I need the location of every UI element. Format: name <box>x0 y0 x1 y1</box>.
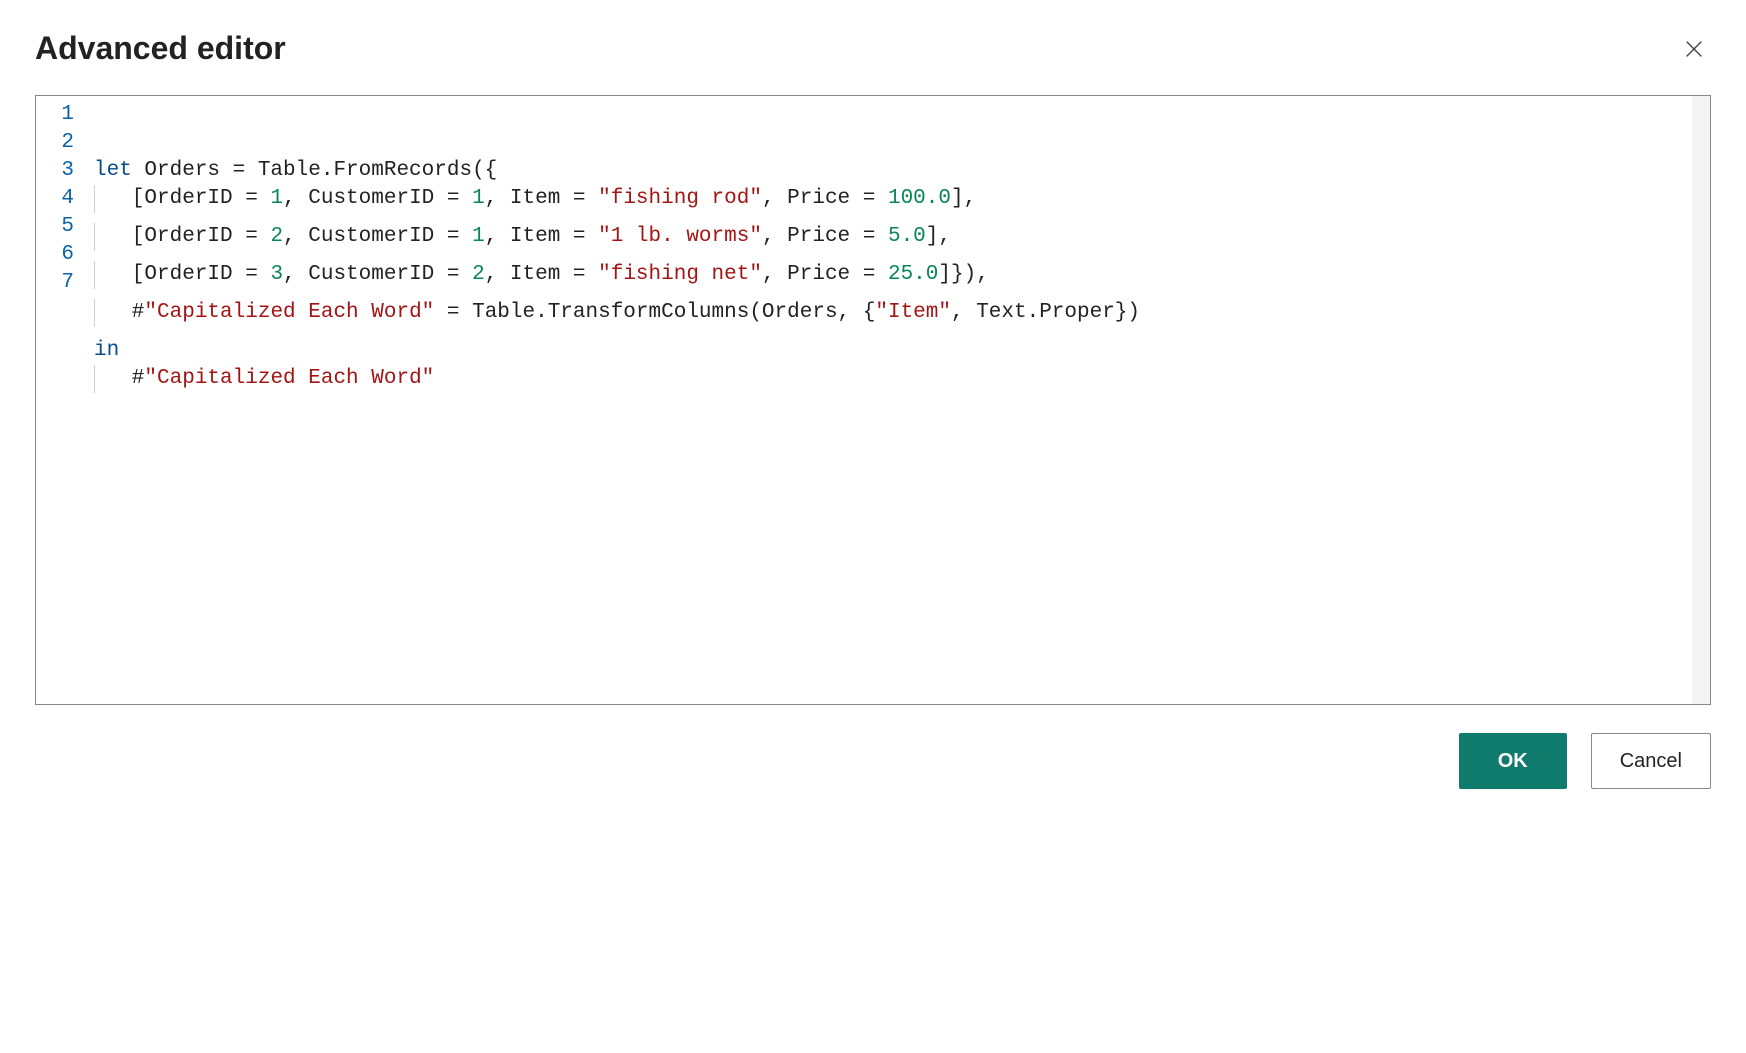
code-token: , Price = <box>762 225 888 248</box>
code-token: # <box>94 367 144 390</box>
code-token: in <box>94 339 119 362</box>
line-number: 6 <box>36 241 88 269</box>
code-token: 1 <box>270 187 283 210</box>
code-token: = Table.TransformColumns(Orders, { <box>434 301 875 324</box>
code-token: , CustomerID = <box>283 263 472 286</box>
code-token: "Capitalized Each Word" <box>144 367 434 390</box>
cancel-button[interactable]: Cancel <box>1591 733 1711 789</box>
line-number: 5 <box>36 213 88 241</box>
code-line[interactable]: [OrderID = 3, CustomerID = 2, Item = "fi… <box>94 261 1710 299</box>
code-token: 1 <box>472 225 485 248</box>
ok-button[interactable]: OK <box>1459 733 1567 789</box>
code-token: ], <box>951 187 976 210</box>
code-token: [OrderID = <box>94 187 270 210</box>
code-area[interactable]: let Orders = Table.FromRecords({ [OrderI… <box>88 96 1710 704</box>
code-token: "Capitalized Each Word" <box>144 301 434 324</box>
code-token: 25.0 <box>888 263 938 286</box>
scrollbar[interactable] <box>1692 96 1710 704</box>
code-token: # <box>94 301 144 324</box>
code-token: let <box>94 159 132 182</box>
code-token: Orders = Table.FromRecords({ <box>132 159 497 182</box>
code-token: "fishing net" <box>598 263 762 286</box>
line-number: 1 <box>36 101 88 129</box>
code-token: [OrderID = <box>94 225 270 248</box>
code-token: "fishing rod" <box>598 187 762 210</box>
code-line[interactable]: #"Capitalized Each Word" = Table.Transfo… <box>94 299 1710 337</box>
code-line[interactable]: in <box>94 337 1710 365</box>
code-token: 100.0 <box>888 187 951 210</box>
code-token: , Price = <box>762 263 888 286</box>
code-line[interactable]: let Orders = Table.FromRecords({ <box>94 157 1710 185</box>
close-icon <box>1683 38 1705 60</box>
code-token: , CustomerID = <box>283 187 472 210</box>
code-line[interactable]: [OrderID = 2, CustomerID = 1, Item = "1 … <box>94 223 1710 261</box>
dialog-header: Advanced editor <box>35 30 1711 67</box>
code-token: ]}), <box>938 263 988 286</box>
code-token: 2 <box>472 263 485 286</box>
code-editor[interactable]: 1234567 let Orders = Table.FromRecords({… <box>35 95 1711 705</box>
line-number: 7 <box>36 269 88 297</box>
code-line[interactable]: #"Capitalized Each Word" <box>94 365 1710 403</box>
code-token: [OrderID = <box>94 263 270 286</box>
code-token: , Text.Proper}) <box>951 301 1140 324</box>
code-token: "Item" <box>875 301 951 324</box>
code-token: "1 lb. worms" <box>598 225 762 248</box>
close-button[interactable] <box>1677 32 1711 66</box>
code-token: , Item = <box>485 187 598 210</box>
code-token: 3 <box>270 263 283 286</box>
code-token: , Item = <box>485 263 598 286</box>
code-token: , CustomerID = <box>283 225 472 248</box>
dialog-buttons: OK Cancel <box>35 733 1711 789</box>
line-number: 4 <box>36 185 88 213</box>
dialog-title: Advanced editor <box>35 30 286 67</box>
code-token: 5.0 <box>888 225 926 248</box>
code-token: ], <box>926 225 951 248</box>
line-number: 2 <box>36 129 88 157</box>
line-number: 3 <box>36 157 88 185</box>
code-line[interactable]: [OrderID = 1, CustomerID = 1, Item = "fi… <box>94 185 1710 223</box>
code-token: , Item = <box>485 225 598 248</box>
line-number-gutter: 1234567 <box>36 96 88 704</box>
code-token: , Price = <box>762 187 888 210</box>
code-token: 1 <box>472 187 485 210</box>
code-token: 2 <box>270 225 283 248</box>
